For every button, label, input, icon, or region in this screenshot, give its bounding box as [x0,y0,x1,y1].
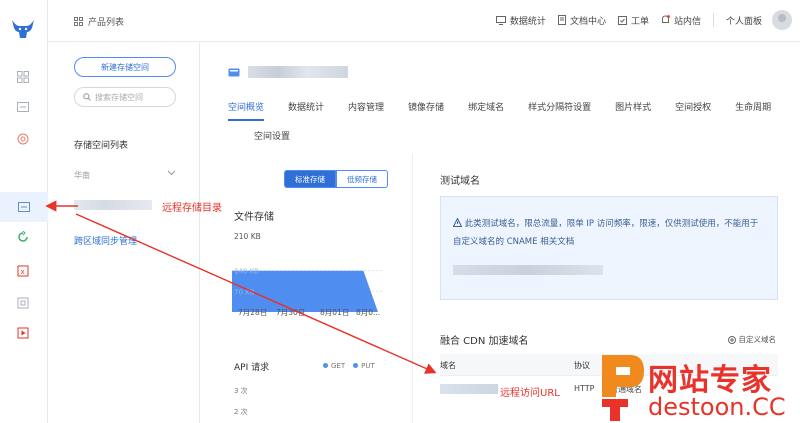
custom-domain-label: 自定义域名 [738,335,777,344]
product-list-button[interactable]: 产品列表 [74,15,124,28]
tab-mirror[interactable]: 镜像存储 [408,100,444,121]
nav-messages[interactable]: 站内信 [661,10,701,30]
cdn-domain-blurred[interactable] [440,384,498,394]
search-icon [83,93,91,101]
bucket-tabs: 空间概览 数据统计 内容管理 镜像存储 绑定域名 样式分隔符设置 图片样式 空间… [228,100,798,148]
square-icon[interactable] [14,294,32,312]
chevron-down-icon [167,170,176,176]
nav-ticket-label: 工单 [630,16,649,27]
chart-xtick: 7月30日 [276,308,306,317]
chart-xtick: 7月28日 [238,308,268,317]
chart-xtick: 8月01日 [320,308,350,317]
region-label: 华南 [74,171,90,180]
legend-put-label: PUT [361,362,375,370]
cdn-domain-title: 融合 CDN 加速域名 [440,336,529,347]
remote-dir-annotation: 远程存储目录 [162,203,222,214]
col-protocol: 协议 [574,361,590,370]
chart-ytick-label: 140 KB [234,268,259,276]
media-icon[interactable]: x [14,262,32,280]
storage-icon[interactable] [14,98,32,116]
chart-xtick: 8月0... [356,308,381,317]
chart-ytick-max: 210 KB [234,232,261,241]
api-ytick: 2 次 [234,408,248,416]
new-bucket-button[interactable]: 新建存储空间 [74,57,176,77]
nav-panel-label: 个人面板 [725,16,762,27]
p-logo-icon [602,355,644,421]
remote-url-annotation: 远程访问URL [500,388,560,399]
cdn-icon[interactable] [14,130,32,148]
search-placeholder: 搜索存储空间 [95,92,143,102]
bucket-list-panel: 新建存储空间 搜索存储空间 存储空间列表 华南 跨区域同步管理 [48,42,200,423]
notice-text: 此类测试域名，限总流量，限单 IP 访问频率，限速，仅供测试使用，不能用于自定义… [453,219,759,247]
nav-ticket[interactable]: 工单 [617,10,649,30]
bucket-item-selected[interactable] [74,200,152,210]
tab-auth[interactable]: 空间授权 [675,100,711,121]
legend-dot-icon [353,363,359,368]
video-icon[interactable] [14,324,32,342]
grid-icon[interactable] [14,68,32,86]
bucket-list-title: 存储空间列表 [74,141,129,151]
cross-region-sync-link[interactable]: 跨区域同步管理 [74,234,137,247]
left-rail: x [0,0,48,423]
api-legend: GET PUT [323,362,375,370]
document-icon [557,15,566,25]
ticket-icon [617,16,627,25]
object-storage-icon[interactable] [0,192,48,222]
chart-ytick-label: 70 KB [234,288,255,296]
nav-panel[interactable]: 个人面板 [726,10,792,30]
region-select[interactable]: 华南 [74,170,176,181]
bucket-name-blurred [248,66,348,78]
nav-messages-label: 站内信 [673,16,701,27]
avatar[interactable] [772,10,792,30]
tab-stats[interactable]: 数据统计 [288,100,324,121]
destoon-watermark: 网站专家 destoon.CC [598,353,800,423]
header-divider [712,13,714,27]
file-storage-title: 文件存储 [234,212,274,223]
test-domain-notice: 此类测试域名，限总流量，限单 IP 访问频率，限速，仅供测试使用，不能用于自定义… [440,196,778,300]
bucket-icon [228,68,240,77]
tab-overview[interactable]: 空间概览 [228,100,265,121]
nav-stats-label: 数据统计 [509,16,546,27]
tab-domain[interactable]: 绑定域名 [468,100,504,121]
plus-circle-icon [727,335,736,344]
svg-text:x: x [21,268,25,276]
legend-put: PUT [353,362,375,370]
warning-icon [452,217,463,227]
bell-icon [661,15,670,23]
api-requests-title: API 请求 [234,363,270,373]
test-domain-title: 测试域名 [440,176,480,187]
watermark-line2: destoon.CC [648,393,786,421]
tab-content[interactable]: 内容管理 [348,100,384,121]
standard-storage-button[interactable]: 标准存储 [284,170,336,188]
storage-card: 标准存储 低频存储 文件存储 210 KB 140 KB 70 KB 7月28日 … [228,154,400,423]
col-domain: 域名 [440,361,456,370]
nav-docs-label: 文档中心 [569,16,606,27]
storage-type-toggle: 标准存储 低频存储 [284,170,388,188]
refresh-icon[interactable] [14,228,32,246]
custom-domain-button[interactable]: 自定义域名 [727,334,777,345]
product-list-label: 产品列表 [88,18,125,28]
top-header: 产品列表 数据统计 文档中心 工单 站内信 个人面板 [48,0,800,42]
cow-logo-icon[interactable] [10,18,36,40]
legend-get-label: GET [331,362,346,370]
tab-settings[interactable]: 空间设置 [254,129,290,148]
low-freq-storage-button[interactable]: 低频存储 [336,170,388,188]
test-domain-blurred[interactable] [453,265,603,275]
chart-icon [495,15,506,25]
bucket-title [228,66,348,78]
tab-image-style[interactable]: 图片样式 [615,100,651,121]
legend-dot-icon [323,363,328,368]
row-protocol: HTTP [574,384,595,393]
nav-docs[interactable]: 文档中心 [557,10,606,30]
nav-stats[interactable]: 数据统计 [495,10,546,30]
legend-get: GET [323,362,345,370]
tab-separator[interactable]: 样式分隔符设置 [528,100,591,121]
api-ytick: 3 次 [234,387,248,395]
grid-icon [74,17,83,26]
header-nav: 数据统计 文档中心 工单 站内信 个人面板 [484,10,792,30]
tab-lifecycle[interactable]: 生命周期 [735,100,771,121]
bucket-search-input[interactable]: 搜索存储空间 [74,87,176,107]
card-divider [412,154,413,423]
